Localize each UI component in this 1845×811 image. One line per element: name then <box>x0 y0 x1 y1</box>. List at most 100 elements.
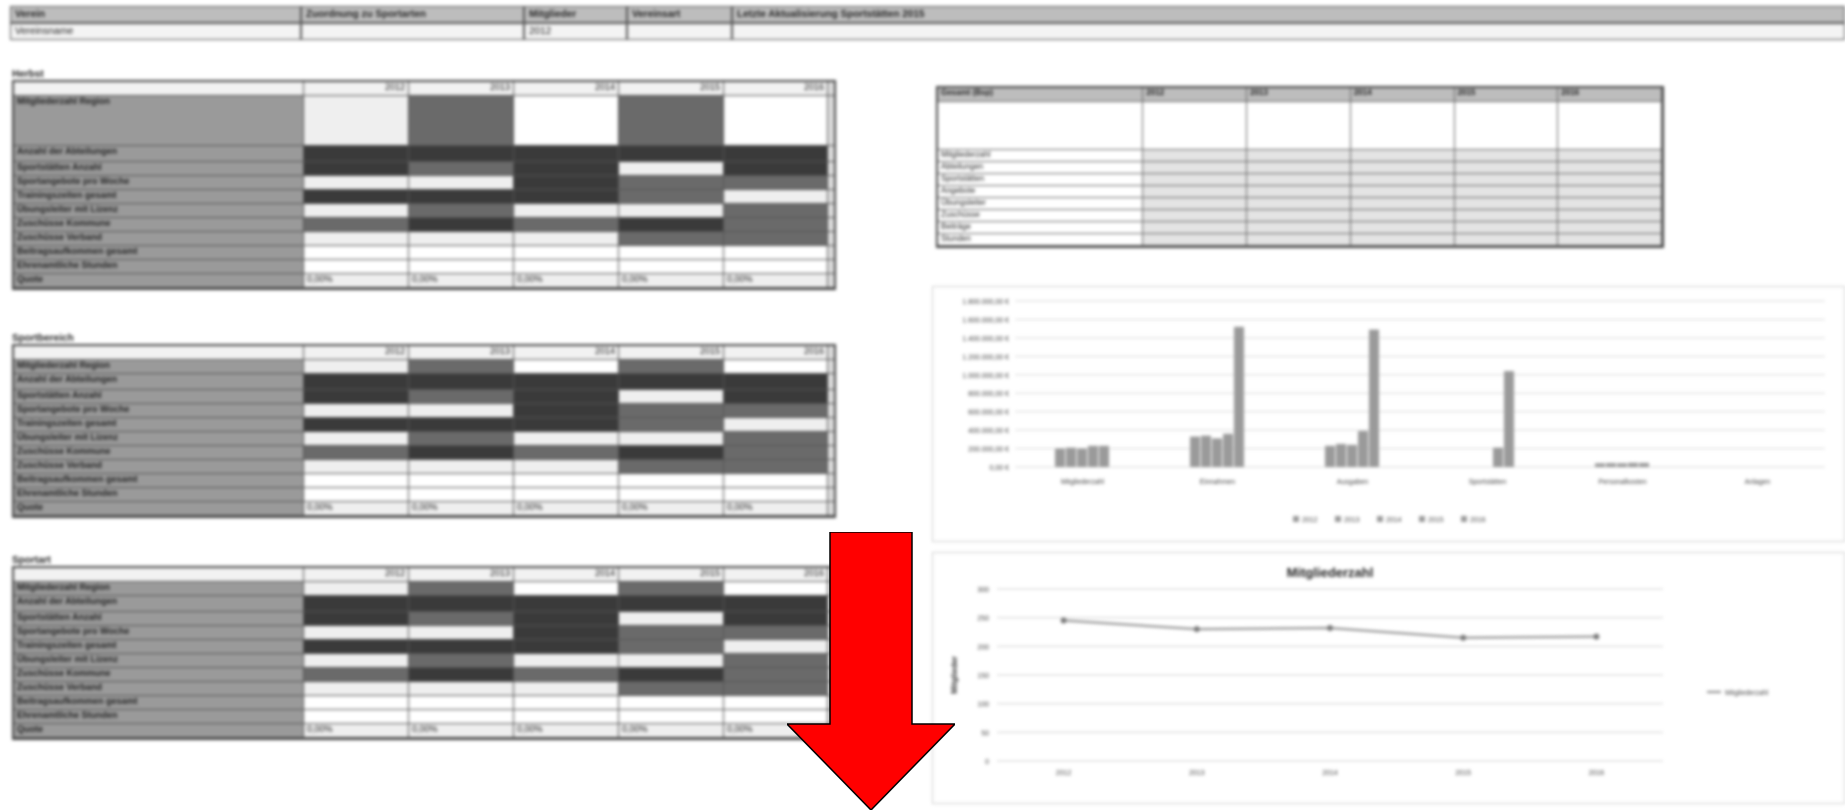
year-header-cell[interactable]: 2012 <box>304 346 409 359</box>
data-cell[interactable] <box>724 246 828 259</box>
data-cell[interactable] <box>619 460 724 473</box>
data-cell[interactable] <box>514 374 619 389</box>
data-cell[interactable] <box>1350 150 1455 161</box>
data-cell[interactable] <box>724 204 828 217</box>
header-cell[interactable] <box>14 82 304 95</box>
data-cell[interactable] <box>514 626 619 639</box>
data-cell[interactable] <box>409 446 514 459</box>
data-cell[interactable] <box>1247 162 1351 173</box>
data-cell[interactable] <box>724 232 828 245</box>
header-cell[interactable]: 2012 <box>524 23 627 40</box>
data-cell[interactable] <box>1558 174 1663 185</box>
data-cell[interactable]: 0,00% <box>724 502 828 515</box>
data-cell[interactable] <box>304 596 409 611</box>
data-cell[interactable] <box>1455 102 1559 149</box>
data-cell[interactable] <box>304 640 409 653</box>
header-cell[interactable]: 2012 <box>1143 88 1248 101</box>
data-cell[interactable] <box>724 146 828 161</box>
data-cell[interactable] <box>724 390 828 403</box>
data-cell[interactable] <box>514 360 619 373</box>
data-cell[interactable] <box>409 404 514 417</box>
data-cell[interactable] <box>304 360 409 373</box>
data-cell[interactable] <box>1143 198 1248 209</box>
data-cell[interactable] <box>304 488 409 501</box>
data-cell[interactable] <box>724 176 828 189</box>
data-cell[interactable] <box>304 218 409 231</box>
data-cell[interactable] <box>724 374 828 389</box>
data-cell[interactable] <box>619 710 724 723</box>
data-cell[interactable] <box>409 612 514 625</box>
data-cell[interactable] <box>1143 186 1248 197</box>
year-header-cell[interactable]: 2013 <box>409 82 514 95</box>
legend-label[interactable]: 2013 <box>1344 517 1360 524</box>
data-cell[interactable] <box>514 390 619 403</box>
data-cell[interactable] <box>619 668 724 681</box>
data-cell[interactable] <box>514 260 619 273</box>
data-cell[interactable] <box>1143 150 1248 161</box>
data-cell[interactable] <box>514 612 619 625</box>
data-cell[interactable] <box>409 596 514 611</box>
year-header-cell[interactable]: 2012 <box>304 568 409 581</box>
data-cell[interactable] <box>409 582 514 595</box>
data-cell[interactable]: 0,00% <box>409 724 514 737</box>
data-cell[interactable] <box>1350 210 1455 221</box>
year-header-cell[interactable]: 2014 <box>514 568 619 581</box>
data-cell[interactable] <box>409 96 514 145</box>
legend-label[interactable]: 2014 <box>1386 517 1402 524</box>
data-cell[interactable] <box>724 488 828 501</box>
legend-label[interactable]: 2016 <box>1470 517 1486 524</box>
data-cell[interactable] <box>304 246 409 259</box>
data-cell[interactable] <box>304 232 409 245</box>
data-cell[interactable] <box>1454 234 1559 245</box>
data-cell[interactable] <box>1143 222 1248 233</box>
data-cell[interactable] <box>1247 210 1351 221</box>
header-cell[interactable]: Gesamt (Bsp) <box>938 88 1144 101</box>
data-cell[interactable] <box>1350 174 1455 185</box>
data-cell[interactable]: 0,00% <box>619 724 724 737</box>
data-cell[interactable] <box>724 460 828 473</box>
data-cell[interactable] <box>514 640 619 653</box>
data-cell[interactable] <box>1143 210 1248 221</box>
data-cell[interactable] <box>619 596 724 611</box>
data-cell[interactable] <box>409 640 514 653</box>
data-cell[interactable] <box>514 446 619 459</box>
data-cell[interactable] <box>409 668 514 681</box>
data-cell[interactable] <box>304 432 409 445</box>
data-cell[interactable] <box>1558 210 1663 221</box>
header-cell[interactable] <box>301 23 524 40</box>
data-cell[interactable] <box>619 96 724 145</box>
header-cell[interactable]: 2013 <box>1247 88 1351 101</box>
data-cell[interactable] <box>514 162 619 175</box>
data-cell[interactable] <box>514 232 619 245</box>
data-cell[interactable]: 0,00% <box>409 274 514 287</box>
data-cell[interactable] <box>514 418 619 431</box>
data-cell[interactable] <box>1350 186 1455 197</box>
data-cell[interactable] <box>1351 102 1455 149</box>
data-cell[interactable] <box>724 404 828 417</box>
year-header-cell[interactable]: 2015 <box>619 568 724 581</box>
data-cell[interactable] <box>409 260 514 273</box>
data-cell[interactable] <box>1454 174 1559 185</box>
data-cell[interactable] <box>514 146 619 161</box>
data-cell[interactable] <box>514 710 619 723</box>
data-cell[interactable] <box>724 260 828 273</box>
data-cell[interactable] <box>304 96 409 145</box>
data-cell[interactable] <box>514 432 619 445</box>
data-cell[interactable] <box>619 360 724 373</box>
data-cell[interactable] <box>304 460 409 473</box>
data-cell[interactable] <box>304 260 409 273</box>
header-cell[interactable] <box>14 346 304 359</box>
data-cell[interactable] <box>304 696 409 709</box>
header-cell[interactable]: 2015 <box>1455 88 1559 101</box>
data-cell[interactable] <box>409 682 514 695</box>
header-cell[interactable]: Vereinsname <box>10 23 301 40</box>
data-cell[interactable] <box>619 218 724 231</box>
data-cell[interactable] <box>619 626 724 639</box>
data-cell[interactable] <box>1454 222 1559 233</box>
data-cell[interactable]: 0,00% <box>619 274 724 287</box>
data-cell[interactable] <box>409 390 514 403</box>
data-cell[interactable] <box>1454 150 1559 161</box>
year-header-cell[interactable]: 2016 <box>724 346 828 359</box>
data-cell[interactable] <box>619 190 724 203</box>
data-cell[interactable] <box>1454 210 1559 221</box>
